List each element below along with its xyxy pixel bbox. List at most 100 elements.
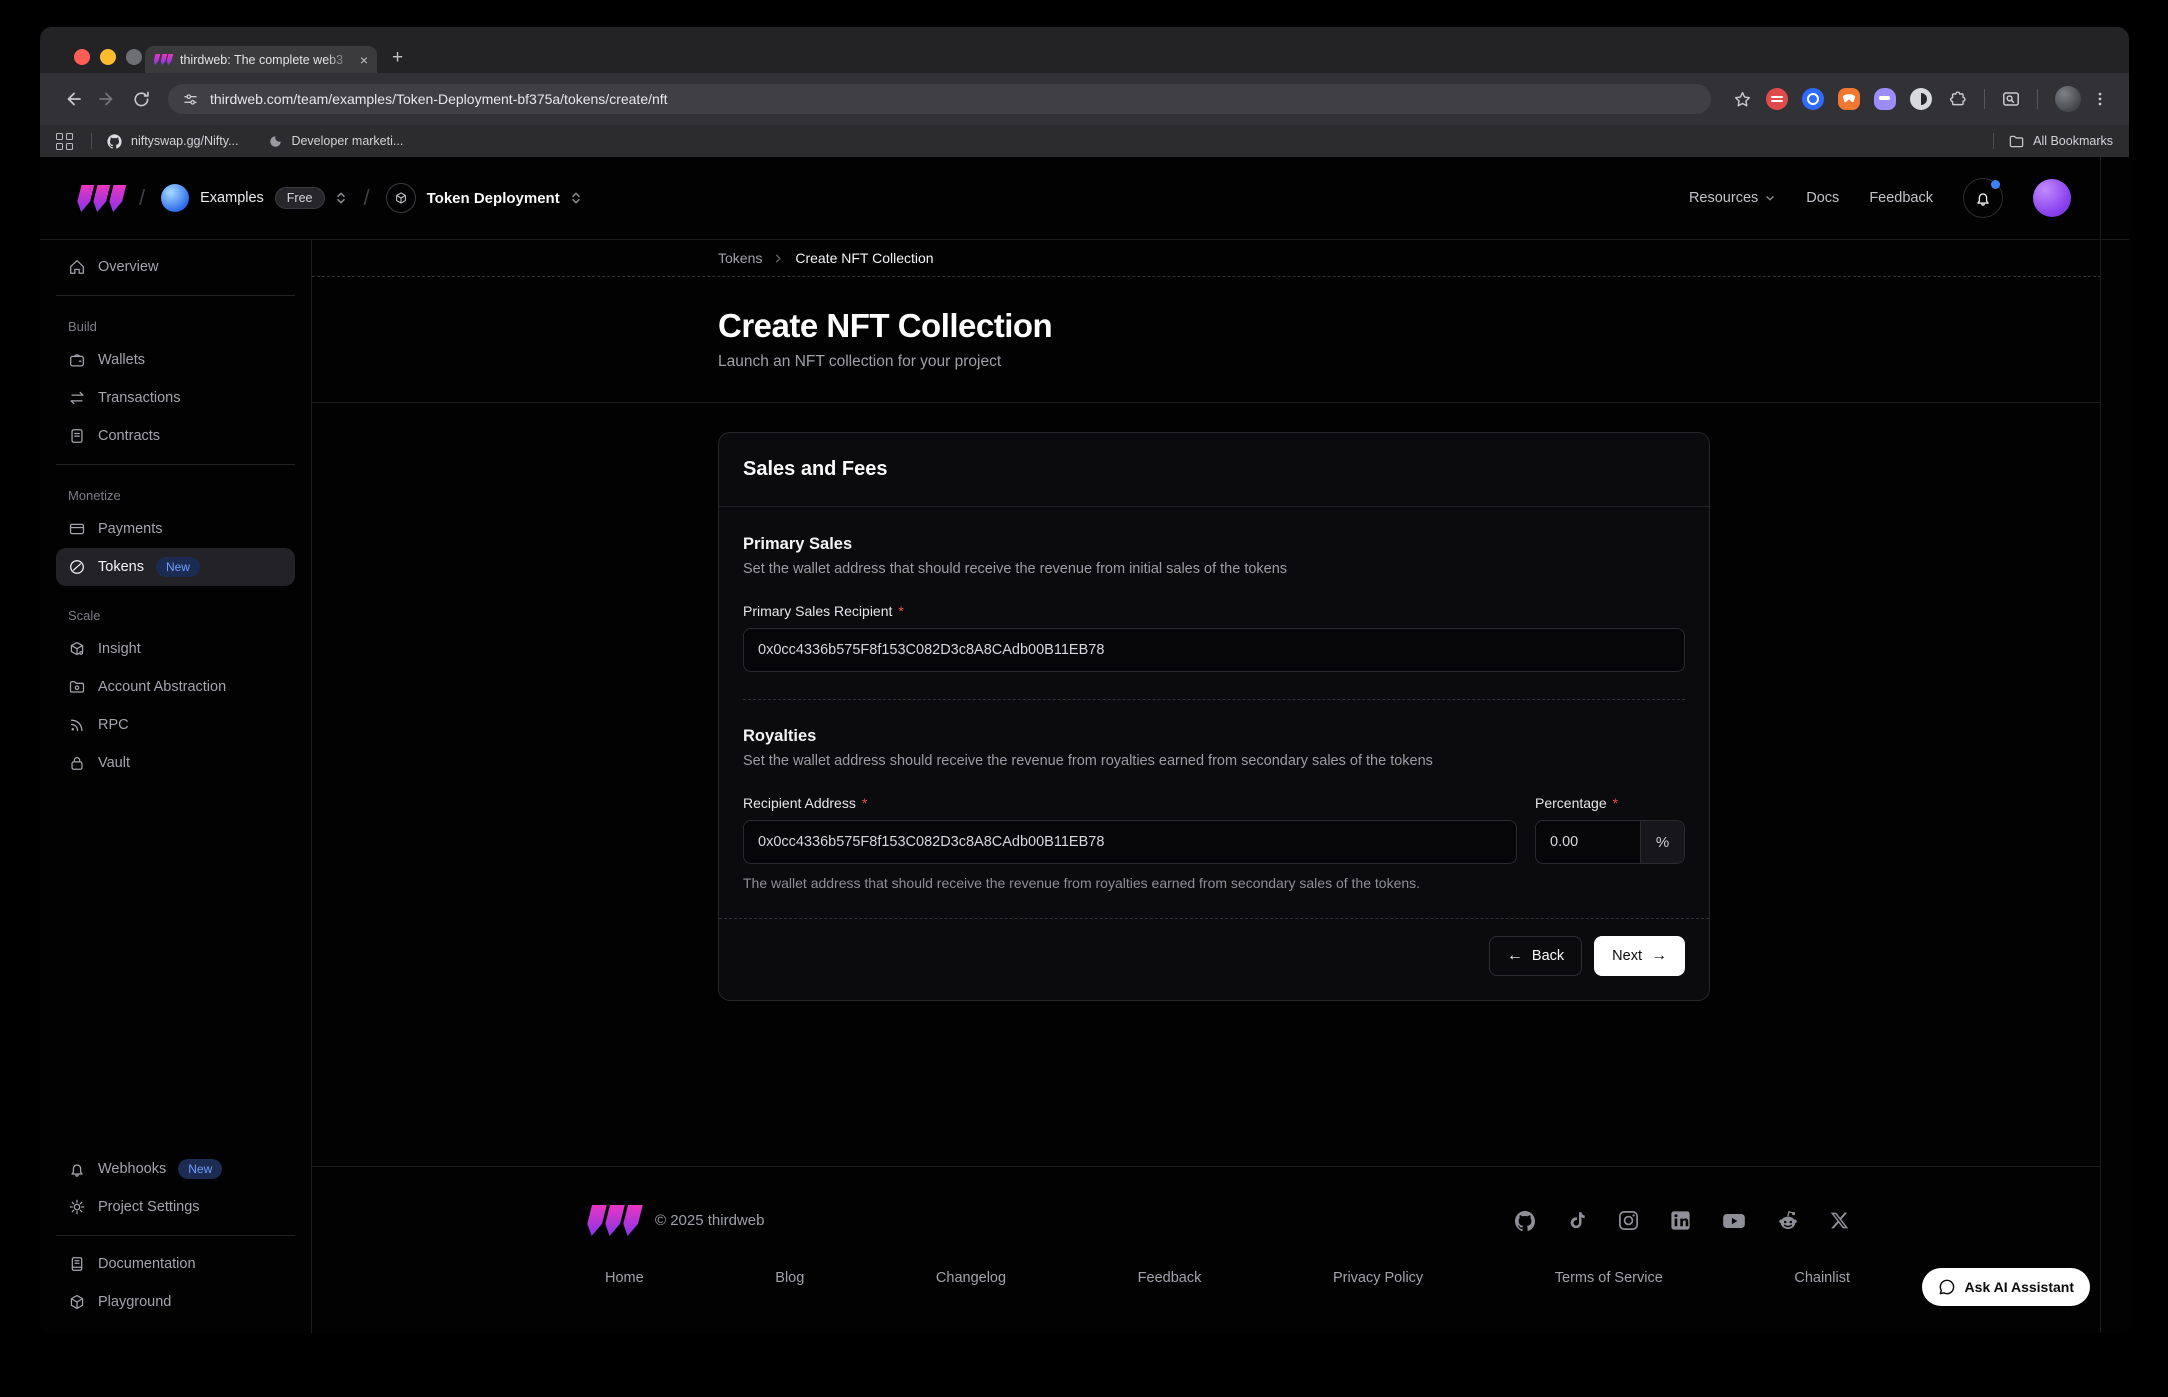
ask-ai-assistant-button[interactable]: Ask AI Assistant	[1922, 1268, 2090, 1306]
percentage-label: Percentage	[1535, 795, 1607, 811]
project-switcher-button[interactable]	[569, 191, 583, 205]
home-icon	[68, 258, 86, 276]
tiktok-icon[interactable]	[1566, 1210, 1588, 1232]
reddit-icon[interactable]	[1776, 1209, 1800, 1233]
tab-close-icon[interactable]: ×	[360, 53, 368, 67]
recipient-address-label: Recipient Address	[743, 795, 856, 811]
new-tab-button[interactable]: +	[392, 47, 403, 69]
sidebar-item-playground[interactable]: Playground	[56, 1283, 295, 1321]
extension-blue-icon[interactable]	[1802, 88, 1824, 110]
back-button[interactable]: ← Back	[1489, 936, 1582, 976]
next-button[interactable]: Next →	[1594, 936, 1685, 976]
footer-link-home[interactable]: Home	[605, 1270, 644, 1286]
page-content: / Examples Free / Token Deployment Resou…	[40, 157, 2129, 1333]
refresh-button[interactable]	[124, 82, 158, 116]
sidebar-item-project-settings[interactable]: Project Settings	[56, 1188, 295, 1226]
site-settings-icon	[182, 91, 199, 108]
resources-menu[interactable]: Resources	[1689, 190, 1776, 206]
app-header: / Examples Free / Token Deployment Resou…	[40, 157, 2129, 240]
bookmark-star-button[interactable]	[1725, 82, 1759, 116]
notifications-button[interactable]	[1963, 178, 2003, 218]
tab-search-icon	[2001, 89, 2021, 109]
linkedin-icon[interactable]	[1669, 1209, 1692, 1232]
primary-sales-description: Set the wallet address that should recei…	[743, 561, 1685, 577]
instagram-icon[interactable]	[1617, 1209, 1640, 1232]
team-name[interactable]: Examples	[200, 190, 264, 206]
extension-clock-icon[interactable]	[1910, 88, 1932, 110]
zoom-window-button[interactable]	[126, 49, 142, 65]
signal-icon	[68, 716, 86, 734]
footer-link-chainlist[interactable]: Chainlist	[1794, 1270, 1850, 1286]
bookmark-item[interactable]: Developer marketi...	[268, 134, 403, 149]
sidebar-item-insight[interactable]: Insight	[56, 630, 295, 668]
footer-link-blog[interactable]: Blog	[775, 1270, 804, 1286]
breadcrumb-tokens-link[interactable]: Tokens	[718, 250, 762, 266]
browser-menu-button[interactable]	[2089, 82, 2111, 116]
percent-suffix: %	[1640, 821, 1684, 863]
sidebar-item-tokens[interactable]: Tokens New	[56, 548, 295, 586]
browser-profile-avatar[interactable]	[2055, 86, 2081, 112]
extension-fox-icon[interactable]	[1838, 88, 1860, 110]
arrow-right-icon: →	[1651, 948, 1667, 964]
extension-red-icon[interactable]	[1766, 88, 1788, 110]
user-avatar[interactable]	[2033, 179, 2071, 217]
browser-tab[interactable]: thirdweb: The complete web3 ×	[145, 46, 377, 73]
sidebar-item-documentation[interactable]: Documentation	[56, 1245, 295, 1283]
refresh-icon	[132, 90, 151, 109]
extension-ghost-icon[interactable]	[1874, 88, 1896, 110]
footer-link-changelog[interactable]: Changelog	[936, 1270, 1006, 1286]
youtube-icon[interactable]	[1721, 1208, 1747, 1234]
feedback-link[interactable]: Feedback	[1869, 190, 1933, 206]
kebab-menu-icon	[2091, 90, 2109, 108]
primary-recipient-input[interactable]	[744, 629, 1684, 671]
thirdweb-footer-logo-icon	[588, 1205, 639, 1236]
card-header: Sales and Fees	[719, 433, 1709, 507]
folder-user-icon	[68, 678, 86, 696]
sidebar-item-account-abstraction[interactable]: Account Abstraction	[56, 668, 295, 706]
sidebar-label: Overview	[98, 259, 158, 275]
sidebar-item-wallets[interactable]: Wallets	[56, 341, 295, 379]
royalties-heading: Royalties	[743, 727, 1685, 746]
x-icon[interactable]	[1829, 1210, 1850, 1231]
sidebar-label: Insight	[98, 641, 141, 657]
address-bar[interactable]: thirdweb.com/team/examples/Token-Deploym…	[168, 84, 1711, 114]
sidebar-item-overview[interactable]: Overview	[56, 248, 295, 286]
cube-icon	[68, 1293, 86, 1311]
sidebar-item-webhooks[interactable]: Webhooks New	[56, 1150, 295, 1188]
thirdweb-logo-icon[interactable]	[78, 185, 123, 212]
project-name[interactable]: Token Deployment	[427, 190, 560, 207]
bookmark-item[interactable]: niftyswap.gg/Nifty...	[106, 133, 238, 150]
footer-link-feedback[interactable]: Feedback	[1138, 1270, 1202, 1286]
sidebar-item-payments[interactable]: Payments	[56, 510, 295, 548]
apps-grid-icon[interactable]	[56, 133, 73, 150]
sidebar-label: Tokens	[98, 559, 144, 575]
sidebar: Overview Build Wallets Transactions Cont…	[40, 240, 312, 1333]
all-bookmarks-button[interactable]: All Bookmarks	[2008, 133, 2113, 150]
close-window-button[interactable]	[74, 49, 90, 65]
team-avatar	[161, 184, 189, 212]
sidebar-label: Documentation	[98, 1256, 196, 1272]
footer-link-privacy-policy[interactable]: Privacy Policy	[1333, 1270, 1423, 1286]
sidebar-item-vault[interactable]: Vault	[56, 744, 295, 782]
minimize-window-button[interactable]	[100, 49, 116, 65]
github-icon[interactable]	[1513, 1209, 1537, 1233]
percentage-input[interactable]	[1536, 821, 1640, 863]
side-panel-button[interactable]	[1994, 82, 2028, 116]
team-switcher-button[interactable]	[334, 191, 348, 205]
forward-button[interactable]	[90, 82, 124, 116]
new-badge: New	[178, 1159, 222, 1179]
sidebar-item-rpc[interactable]: RPC	[56, 706, 295, 744]
extensions-puzzle-button[interactable]	[1941, 82, 1975, 116]
sidebar-label: RPC	[98, 717, 129, 733]
footer-link-terms-of-service[interactable]: Terms of Service	[1555, 1270, 1663, 1286]
sidebar-item-contracts[interactable]: Contracts	[56, 417, 295, 455]
back-label: Back	[1532, 948, 1564, 964]
sidebar-item-transactions[interactable]: Transactions	[56, 379, 295, 417]
new-badge: New	[156, 557, 200, 577]
back-button[interactable]	[56, 82, 90, 116]
credit-card-icon	[68, 520, 86, 538]
recipient-address-input[interactable]	[744, 821, 1516, 863]
url-text: thirdweb.com/team/examples/Token-Deploym…	[210, 91, 668, 107]
primary-recipient-label: Primary Sales Recipient	[743, 603, 892, 619]
docs-link[interactable]: Docs	[1806, 190, 1839, 206]
